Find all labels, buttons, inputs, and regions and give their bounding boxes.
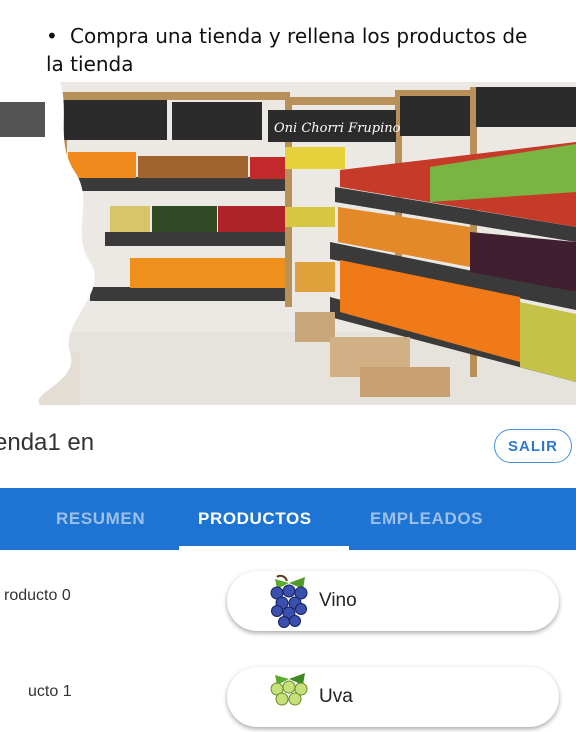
- fruit-shop-photo: Oni Chorri Frupino: [0, 82, 576, 405]
- store-title: enda1 en: [0, 429, 95, 456]
- product-slot-label: ucto 1: [28, 683, 72, 700]
- active-tab-indicator: [179, 546, 349, 550]
- shop-sign: Oni Chorri Frupino: [274, 121, 401, 136]
- product-card[interactable]: Uva: [227, 667, 559, 727]
- app-screen: enda1 en SALIR RESUMEN PRODUCTOS EMPLEAD…: [0, 405, 576, 727]
- tab-resumen[interactable]: RESUMEN: [56, 488, 145, 550]
- slide-bullet: • Compra una tienda y rellena los produc…: [46, 22, 576, 78]
- product-name: Uva: [319, 686, 353, 707]
- grapes-icon: [259, 573, 317, 636]
- bullet-text: Compra una tienda y rellena los producto…: [70, 24, 528, 48]
- exit-button[interactable]: SALIR: [494, 429, 572, 463]
- grapes-icon: [259, 669, 317, 732]
- tab-empleados[interactable]: EMPLEADOS: [370, 488, 483, 550]
- product-slot-label: roducto 0: [4, 587, 71, 604]
- tab-productos[interactable]: PRODUCTOS: [198, 488, 312, 550]
- bullet-dot: •: [46, 24, 58, 48]
- product-name: Vino: [319, 590, 357, 611]
- bullet-text-line2: la tienda: [46, 52, 134, 76]
- product-card[interactable]: Vino: [227, 571, 559, 631]
- tab-bar: RESUMEN PRODUCTOS EMPLEADOS: [0, 488, 576, 550]
